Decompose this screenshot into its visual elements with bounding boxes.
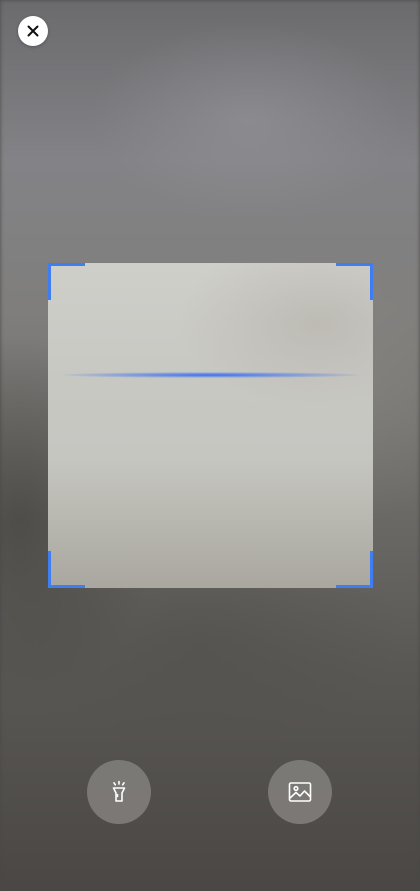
close-icon bbox=[27, 25, 39, 37]
flashlight-icon bbox=[112, 780, 126, 802]
scan-frame-corner-bottom-left bbox=[48, 551, 85, 588]
image-gallery-icon bbox=[288, 782, 312, 802]
close-button[interactable] bbox=[18, 16, 48, 46]
scan-frame-corner-top-left bbox=[48, 263, 85, 300]
flashlight-button[interactable] bbox=[87, 760, 151, 824]
scanner-screen bbox=[0, 0, 420, 891]
scan-line bbox=[62, 372, 359, 378]
gallery-button[interactable] bbox=[268, 760, 332, 824]
scan-frame-corner-bottom-right bbox=[336, 551, 373, 588]
scan-frame bbox=[48, 263, 373, 588]
scan-frame-corner-top-right bbox=[336, 263, 373, 300]
